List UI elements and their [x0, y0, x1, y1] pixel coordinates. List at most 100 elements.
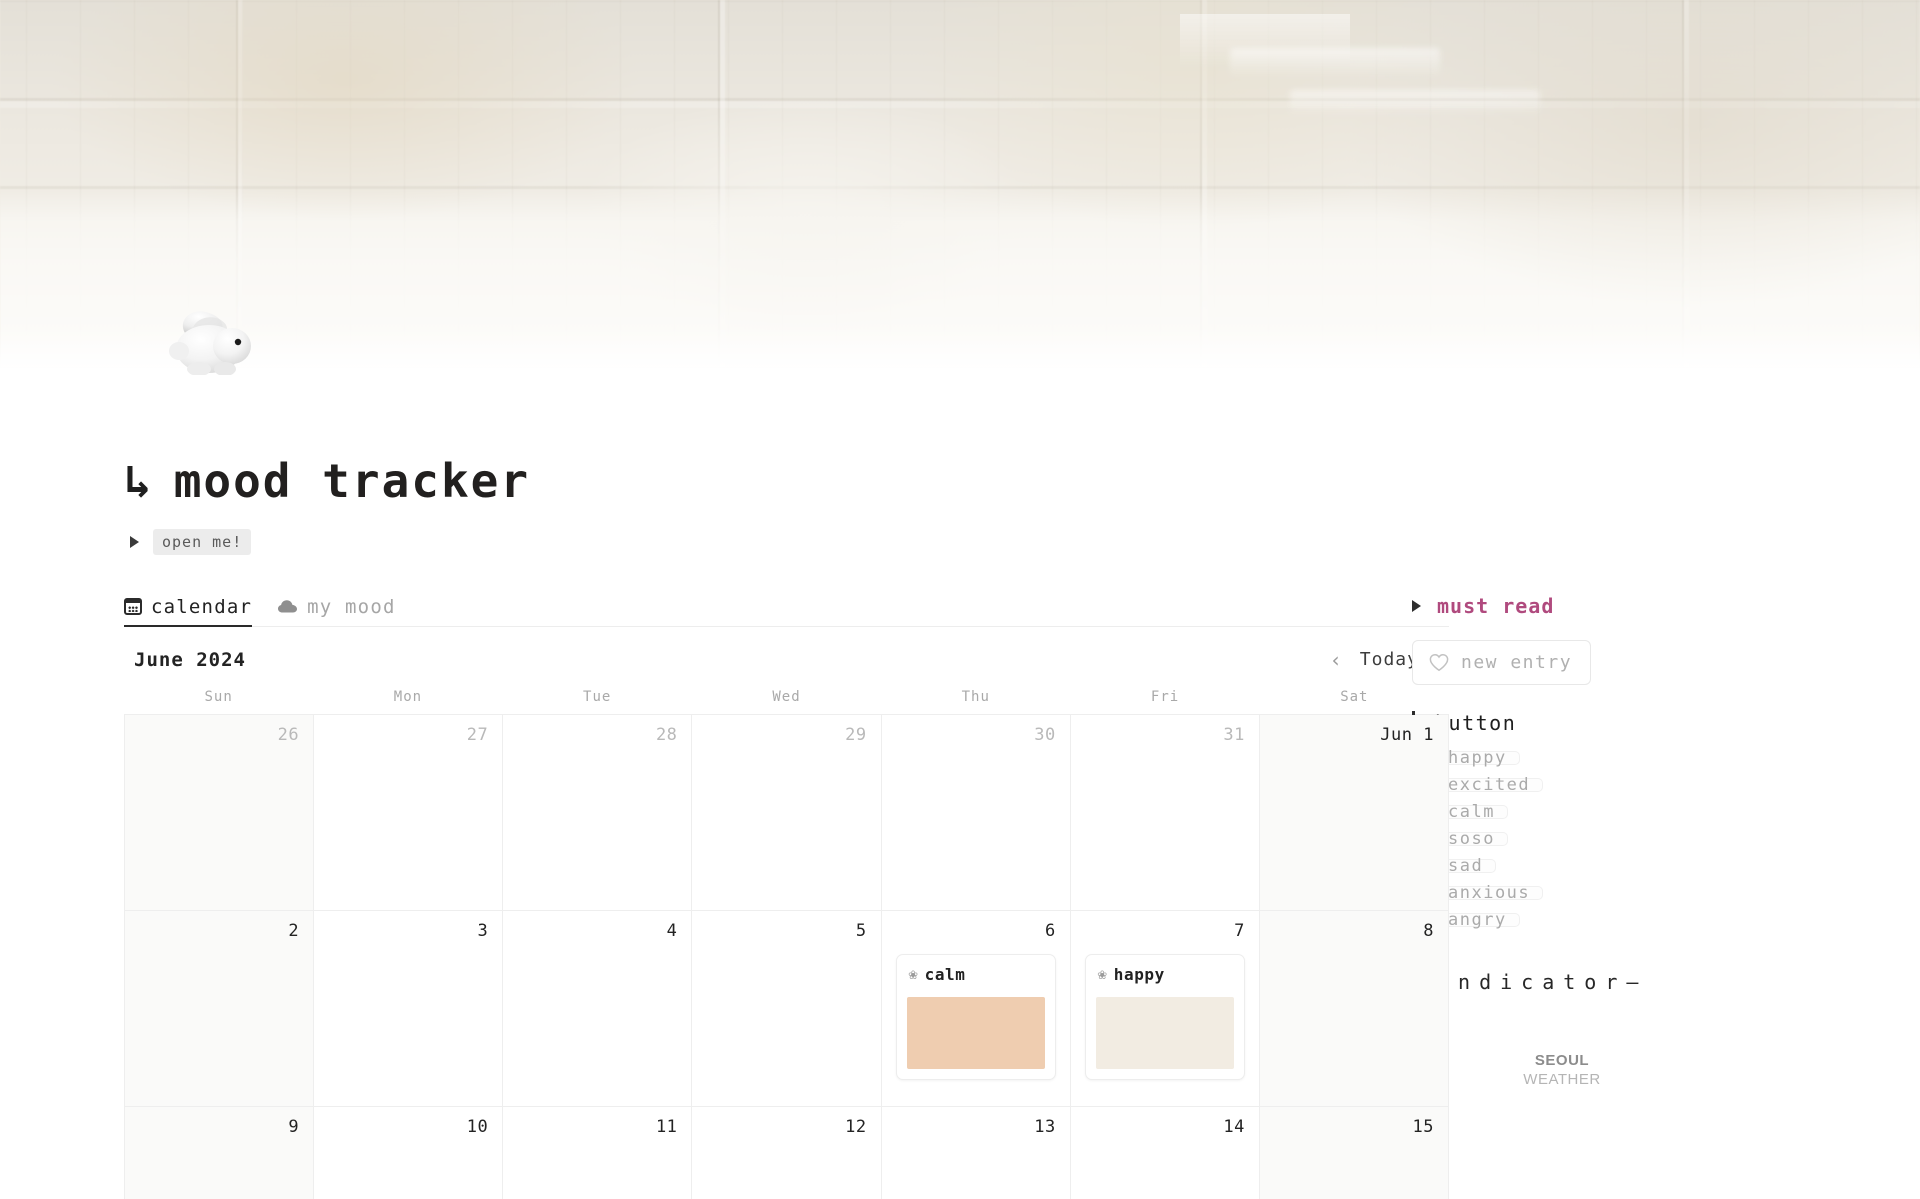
mood-color-swatch [1095, 996, 1234, 1069]
day-number: 30 [1034, 724, 1056, 745]
calendar-day-cell[interactable]: 26 [125, 714, 315, 911]
calendar-day-cell[interactable]: 2 [125, 910, 315, 1107]
must-read-caret-icon[interactable] [1412, 599, 1421, 612]
calendar-day-cell[interactable]: 11 [503, 1106, 693, 1199]
day-number: 10 [466, 1116, 489, 1137]
calendar-day-cell[interactable]: 14 [1070, 1106, 1260, 1199]
mood-button-row: sad [1435, 857, 1850, 886]
mood-button-row: happy [1435, 749, 1850, 778]
main-columns: calendar my mood June 2024 ‹ Today Sun M… [0, 585, 1920, 1199]
must-read-label: must read [1437, 593, 1555, 618]
calendar-day-cell[interactable]: 29 [692, 714, 882, 911]
calendar-header: June 2024 ‹ Today › [124, 649, 1449, 671]
day-number: 31 [1223, 724, 1245, 745]
weather-subtitle: WEATHER [1523, 1070, 1601, 1088]
day-number: Jun 1 [1380, 724, 1434, 745]
calendar-day-cell[interactable]: 3 [314, 910, 504, 1107]
day-number: 9 [288, 1116, 300, 1137]
mood-button-anxious[interactable]: anxious [1435, 884, 1544, 901]
page-title: mood tracker [173, 454, 531, 508]
hero-bottom-fade [0, 326, 1920, 368]
calendar-day-cell[interactable]: 5 [692, 910, 882, 1107]
day-number: 3 [477, 920, 489, 941]
calendar-day-cell[interactable]: 27 [314, 714, 504, 911]
calendar-day-cell[interactable]: 30 [881, 714, 1071, 911]
weekday-thu: Thu [961, 688, 990, 705]
weekday-wed: Wed [772, 688, 801, 705]
day-number: 12 [845, 1116, 867, 1137]
mood-entry-header: ❀ happy [1096, 964, 1234, 984]
page-title-row: ↳ mood tracker [0, 456, 1920, 507]
day-number: 14 [1223, 1116, 1245, 1137]
hero-texture-streaks [0, 0, 1920, 368]
mood-button-row: excited [1435, 776, 1850, 805]
hero-banner [0, 0, 1920, 368]
calendar-day-cell[interactable]: 6 ❀ calm [881, 910, 1071, 1107]
mood-entry-label: happy [1113, 964, 1165, 984]
calendar-column: calendar my mood June 2024 ‹ Today Sun M… [0, 585, 1449, 1199]
tab-calendar[interactable]: calendar [124, 595, 253, 627]
title-arrow-icon: ↳ [124, 454, 152, 509]
day-number: 2 [288, 920, 300, 941]
day-number: 7 [1234, 920, 1245, 941]
button-section-title: button [1435, 710, 1517, 735]
day-number: 15 [1412, 1116, 1434, 1137]
weather-city: SEOUL [1534, 1051, 1590, 1069]
new-entry-label: new entry [1461, 651, 1573, 673]
flower-icon: ❀ [1097, 964, 1107, 983]
day-number: 29 [845, 724, 867, 745]
indicator-toggle[interactable]: indicator— [1412, 970, 1850, 994]
weather-widget[interactable]: SEOUL WEATHER [1412, 1052, 1712, 1088]
bunny-figurine-icon[interactable] [163, 303, 259, 376]
day-number: 28 [655, 724, 678, 745]
calendar-day-cell[interactable]: 10 [314, 1106, 504, 1199]
calendar-day-cell[interactable]: Jun 1 [1259, 714, 1449, 911]
calendar-month-label: June 2024 [134, 648, 246, 671]
mood-button-list: happy excited calm soso sad anxious angry [1435, 749, 1850, 940]
day-number: 27 [466, 724, 489, 745]
mood-entry-header: ❀ calm [907, 964, 1045, 984]
mood-button-row: calm [1435, 803, 1850, 832]
calendar-day-cell[interactable]: 31 [1070, 714, 1260, 911]
calendar-day-cell[interactable]: 15 [1259, 1106, 1449, 1199]
calendar-day-cell[interactable]: 28 [503, 714, 693, 911]
button-section: button happy excited calm soso sad anxious ang… [1412, 710, 1850, 940]
calendar-icon [124, 598, 142, 616]
calendar-day-cell[interactable]: 9 [125, 1106, 315, 1199]
open-me-toggle[interactable]: open me! [0, 528, 1920, 555]
flower-icon: ❀ [908, 964, 918, 983]
view-tabs: calendar my mood [124, 585, 1449, 627]
day-number: 11 [655, 1116, 678, 1137]
tab-my-mood[interactable]: my mood [278, 596, 395, 626]
indicator-label: indicator— [1437, 969, 1648, 994]
calendar-day-cell[interactable]: 12 [692, 1106, 882, 1199]
mood-button-row: angry [1435, 911, 1850, 940]
calendar-day-cell[interactable]: 8 [1259, 910, 1449, 1107]
page-content: ↳ mood tracker open me! calendar my mood… [0, 456, 1920, 1199]
calendar-day-cell[interactable]: 4 [503, 910, 693, 1107]
calendar-day-cell[interactable]: 13 [881, 1106, 1071, 1199]
day-number: 5 [855, 920, 867, 941]
tab-my-mood-label: my mood [307, 595, 396, 618]
must-read-toggle[interactable]: must read [1412, 594, 1850, 618]
weekday-mon: Mon [393, 688, 423, 705]
day-number: 8 [1423, 920, 1434, 941]
mood-entry-card[interactable]: ❀ happy [1084, 953, 1245, 1080]
calendar-grid: 26 27 28 29 30 31 Jun 1 2 3 4 5 6 ❀ calm 7 ❀ happy 8 9 10 11… [124, 713, 1449, 1199]
open-me-label: open me! [153, 528, 252, 555]
mood-button-row: soso [1435, 830, 1850, 859]
weekday-sun: Sun [204, 688, 233, 705]
day-number: 4 [666, 920, 678, 941]
calendar-day-cell[interactable]: 7 ❀ happy [1070, 910, 1260, 1107]
weekday-header: Sun Mon Tue Wed Thu Fri Sat [124, 689, 1449, 714]
toggle-caret-icon[interactable] [130, 535, 139, 548]
weekday-fri: Fri [1150, 688, 1180, 705]
mood-color-swatch [906, 996, 1045, 1069]
heart-icon [1429, 653, 1449, 672]
tab-calendar-label: calendar [151, 595, 253, 618]
mood-entry-card[interactable]: ❀ calm [895, 953, 1056, 1080]
new-entry-button[interactable]: new entry [1412, 639, 1592, 685]
day-number: 26 [277, 724, 300, 745]
mood-button-excited[interactable]: excited [1435, 776, 1544, 793]
cloud-icon [278, 600, 298, 613]
